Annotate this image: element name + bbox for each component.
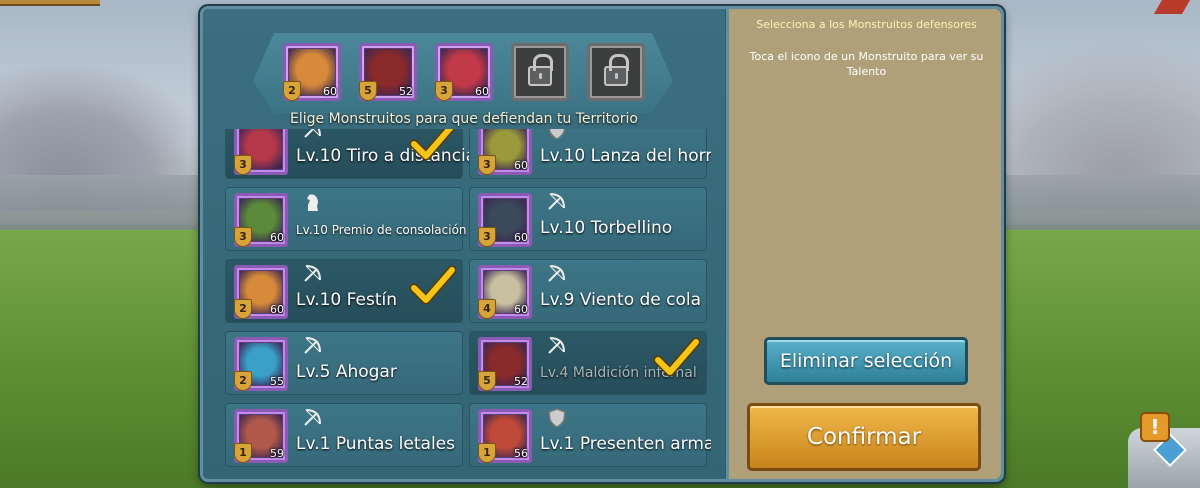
locked-slot[interactable] <box>511 43 569 101</box>
monster-card[interactable]: 3 60 Lv.10 Lanza del horror <box>469 129 711 179</box>
monster-card[interactable]: 5 52 Lv.4 Maldición infernal <box>469 331 707 395</box>
shield-icon <box>546 408 568 428</box>
selected-monster-slots: 2 60 5 52 3 60 <box>283 43 645 101</box>
level-number: 60 <box>323 85 337 98</box>
talent-name: Lv.10 Festín <box>296 290 397 310</box>
lock-icon <box>604 54 629 86</box>
level-number: 59 <box>270 447 284 460</box>
bow-icon <box>302 129 324 140</box>
alert-icon[interactable]: ! <box>1140 412 1170 442</box>
star-badge: 3 <box>234 155 252 175</box>
monster-thumbnail[interactable]: 3 60 <box>478 129 532 175</box>
talent-name: Lv.10 Torbellino <box>540 218 673 238</box>
level-number: 55 <box>270 375 284 388</box>
talent-name: Lv.1 Puntas letales <box>296 434 455 454</box>
monster-thumbnail[interactable]: 2 60 <box>234 265 288 319</box>
info-hint: Toca el icono de un Monstruito para ver … <box>749 50 984 78</box>
monster-thumbnail[interactable]: 3 60 <box>478 193 532 247</box>
bow-icon <box>546 336 568 356</box>
selected-slot-3[interactable]: 3 60 <box>435 43 493 101</box>
talent-name: Lv.10 Lanza del horror <box>540 146 711 166</box>
info-pane: Selecciona a los Monstruitos defensores … <box>726 9 1001 479</box>
monster-thumbnail[interactable]: 2 55 <box>234 337 288 391</box>
talent-name: Lv.1 Presenten armas <box>540 434 711 454</box>
defender-select-dialog: 2 60 5 52 3 60 Elige Monstruitos para que def… <box>200 6 1004 482</box>
monster-card[interactable]: 4 60 Lv.9 Viento de cola <box>469 259 707 323</box>
talent-name: Lv.9 Viento de cola <box>540 290 702 310</box>
level-number: 60 <box>475 85 489 98</box>
clear-selection-button[interactable]: Eliminar selección <box>764 337 968 385</box>
monster-list-pane: 2 60 5 52 3 60 Elige Monstruitos para que def… <box>203 9 725 479</box>
star-badge: 4 <box>478 299 496 319</box>
lock-icon <box>528 54 553 86</box>
monster-card[interactable]: 3 60 Lv.10 Torbellino <box>469 187 707 251</box>
background-wall-left <box>0 175 210 230</box>
checkmark-icon <box>409 129 456 162</box>
bow-icon <box>302 336 324 356</box>
star-badge: 1 <box>478 443 496 463</box>
talent-name: Lv.5 Ahogar <box>296 362 397 382</box>
star-badge: 1 <box>234 443 252 463</box>
bow-icon <box>546 264 568 284</box>
level-number: 60 <box>270 231 284 244</box>
monster-card[interactable]: 2 60 Lv.10 Festín <box>225 259 463 323</box>
knight-icon <box>302 192 324 212</box>
background-wall-right <box>1000 175 1200 230</box>
monster-thumbnail[interactable]: 1 56 <box>478 409 532 463</box>
monster-grid[interactable]: 3 Lv.10 Tiro a distancia 3 60 Lv.10 Lanza de… <box>225 129 711 479</box>
locked-slot[interactable] <box>587 43 645 101</box>
info-title: Selecciona a los Monstruitos defensores <box>756 18 977 31</box>
shield-icon <box>546 129 568 140</box>
top-right-corner-ui <box>1153 0 1191 14</box>
talent-name: Lv.10 Premio de consolación <box>296 223 467 237</box>
star-badge: 3 <box>478 155 496 175</box>
bow-icon <box>302 408 324 428</box>
confirm-button[interactable]: Confirmar <box>747 403 981 471</box>
bow-icon <box>302 264 324 284</box>
choose-monsters-label: Elige Monstruitos para que defiendan tu … <box>290 111 638 127</box>
selected-slot-1[interactable]: 2 60 <box>283 43 341 101</box>
level-number: 60 <box>270 303 284 316</box>
star-badge: 3 <box>435 81 453 101</box>
star-badge: 2 <box>234 371 252 391</box>
bow-icon <box>546 192 568 212</box>
level-number: 56 <box>514 447 528 460</box>
checkmark-icon <box>409 265 457 306</box>
monster-card[interactable]: 2 55 Lv.5 Ahogar <box>225 331 463 395</box>
star-badge: 2 <box>234 299 252 319</box>
level-number: 52 <box>514 375 528 388</box>
level-number: 52 <box>399 85 413 98</box>
star-badge: 5 <box>359 81 377 101</box>
selected-slot-2[interactable]: 5 52 <box>359 43 417 101</box>
level-number: 60 <box>514 303 528 316</box>
top-left-corner-ui <box>0 0 100 6</box>
monster-card[interactable]: 3 Lv.10 Tiro a distancia <box>225 129 476 179</box>
monster-thumbnail[interactable]: 4 60 <box>478 265 532 319</box>
star-badge: 5 <box>478 371 496 391</box>
monster-thumbnail[interactable]: 1 59 <box>234 409 288 463</box>
monster-thumbnail[interactable]: 3 60 <box>234 193 288 247</box>
level-number: 60 <box>514 159 528 172</box>
level-number: 60 <box>514 231 528 244</box>
monster-thumbnail[interactable]: 3 <box>234 129 288 175</box>
monster-card[interactable]: 1 56 Lv.1 Presenten armas <box>469 403 711 467</box>
star-badge: 2 <box>283 81 301 101</box>
monster-thumbnail[interactable]: 5 52 <box>478 337 532 391</box>
checkmark-icon <box>653 337 701 378</box>
monster-card[interactable]: 3 60 Lv.10 Premio de consolación <box>225 187 467 251</box>
star-badge: 3 <box>234 227 252 247</box>
star-badge: 3 <box>478 227 496 247</box>
monster-card[interactable]: 1 59 Lv.1 Puntas letales <box>225 403 463 467</box>
